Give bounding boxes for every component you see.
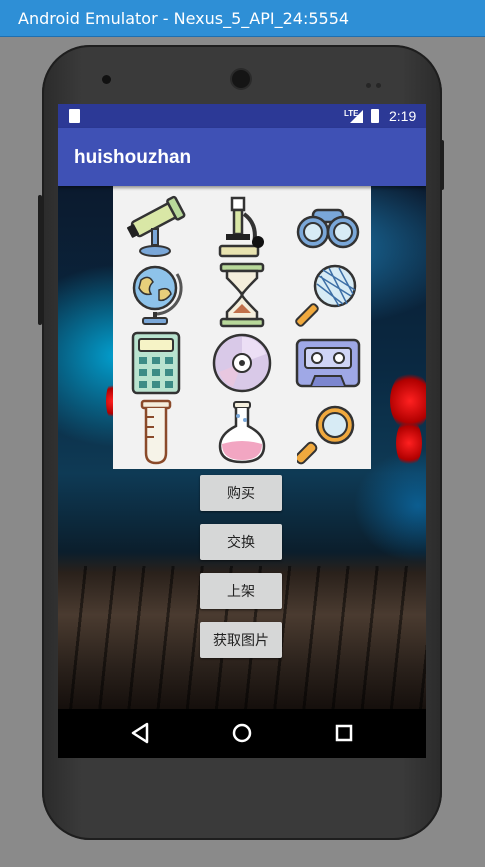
flask-icon: [218, 401, 266, 464]
grid-cell[interactable]: [199, 260, 285, 330]
app-title: huishouzhan: [74, 147, 192, 168]
cassette-tape-icon: [295, 338, 361, 388]
calculator-icon: [131, 331, 181, 395]
grid-cell[interactable]: [199, 192, 285, 262]
hourglass-icon: [219, 262, 265, 328]
background-light: [396, 418, 422, 468]
app-bar: huishouzhan: [58, 128, 426, 186]
back-icon[interactable]: [129, 721, 151, 745]
microscope-icon: [218, 196, 264, 258]
grid-cell[interactable]: [285, 192, 371, 262]
emulator-titlebar: Android Emulator - Nexus_5_API_24:5554: [0, 0, 485, 37]
home-icon[interactable]: [231, 721, 253, 745]
globe-icon: [132, 265, 183, 325]
test-tube-icon: [140, 399, 172, 465]
grid-cell[interactable]: [285, 398, 371, 468]
magnifying-glass-icon: [297, 405, 355, 465]
grid-cell[interactable]: [113, 260, 199, 330]
content-area: 购买 交换 上架 获取图片: [58, 186, 426, 709]
get-image-button[interactable]: 获取图片: [200, 622, 282, 658]
binoculars-icon: [296, 208, 360, 249]
side-button-left[interactable]: [38, 195, 42, 325]
image-grid[interactable]: [113, 186, 371, 469]
recents-icon[interactable]: [333, 721, 355, 745]
telescope-icon: [126, 195, 186, 257]
status-bar: LTE 2:19: [58, 104, 426, 128]
proximity-sensors: [366, 75, 386, 88]
signal-icon: [350, 110, 363, 123]
grid-cell[interactable]: [199, 328, 285, 398]
sd-card-icon: [69, 109, 80, 123]
grid-cell[interactable]: [285, 260, 371, 330]
phone-screen: LTE 2:19 huishouzhan 购买 交换 上架 获取图片: [58, 104, 426, 758]
grid-cell[interactable]: [113, 192, 199, 262]
cd-disc-icon: [212, 333, 272, 393]
exchange-button[interactable]: 交换: [200, 524, 282, 560]
list-item-button[interactable]: 上架: [200, 573, 282, 609]
status-time: 2:19: [389, 108, 417, 124]
grid-cell[interactable]: [113, 328, 199, 398]
buy-button[interactable]: 购买: [200, 475, 282, 511]
grid-cell[interactable]: [199, 398, 285, 468]
front-camera: [102, 75, 111, 84]
navigation-bar: [58, 709, 426, 758]
emulator-title: Android Emulator - Nexus_5_API_24:5554: [18, 9, 350, 28]
grid-cell[interactable]: [285, 328, 371, 398]
grid-cell[interactable]: [113, 398, 199, 468]
butterfly-net-icon: [295, 264, 357, 327]
side-button-top[interactable]: [440, 140, 444, 190]
battery-icon: [371, 109, 379, 123]
earpiece-speaker: [232, 70, 250, 88]
